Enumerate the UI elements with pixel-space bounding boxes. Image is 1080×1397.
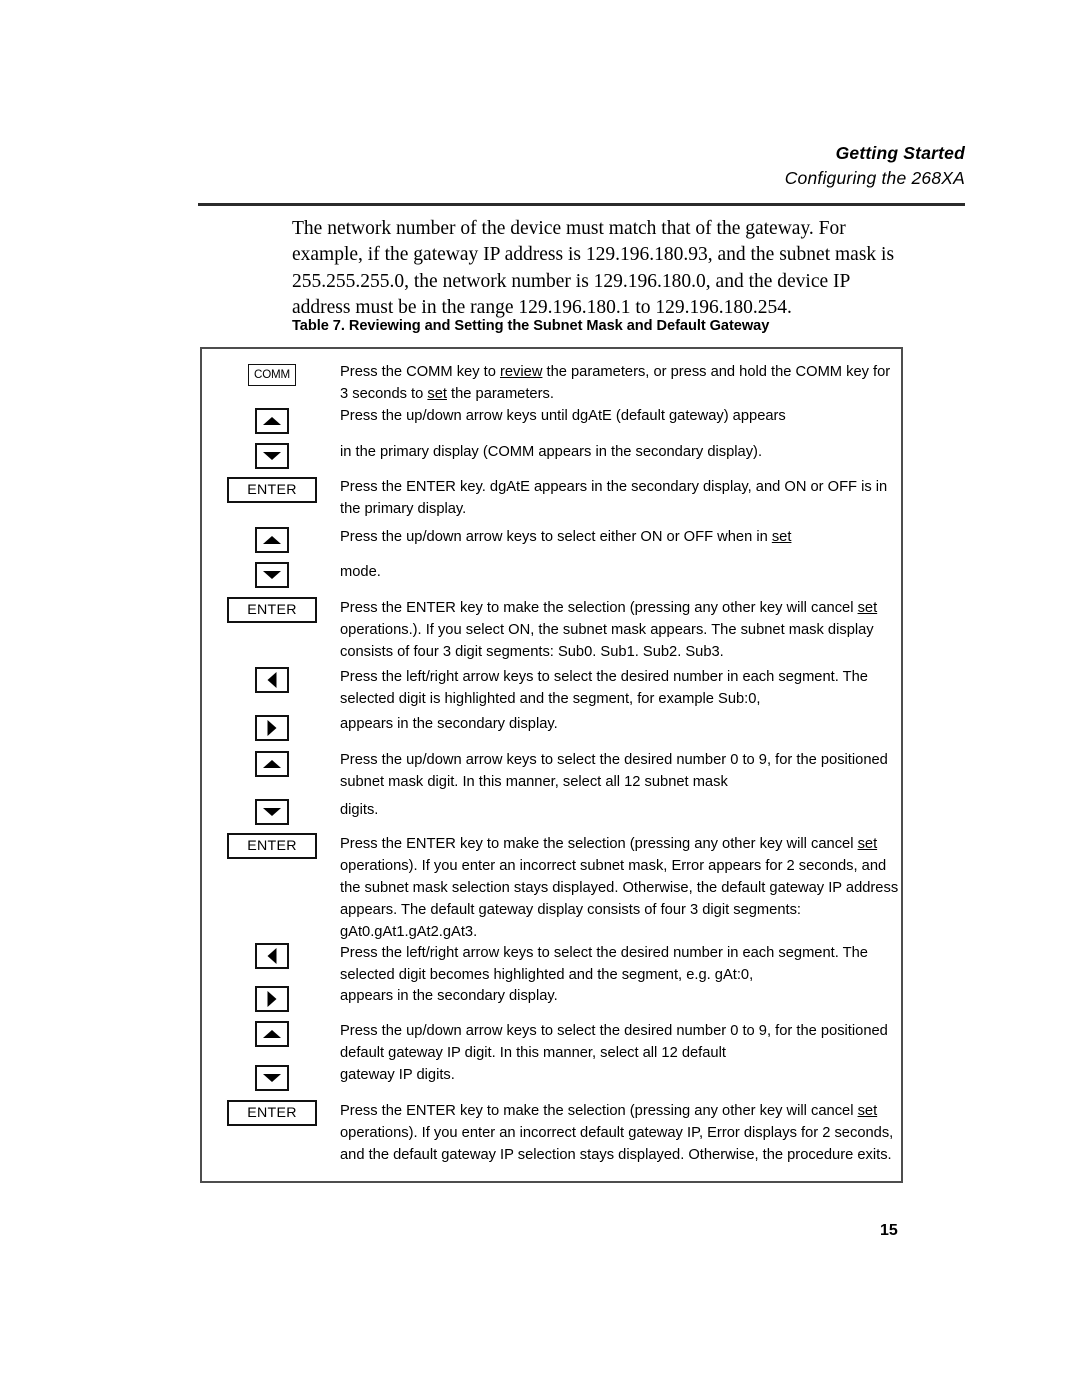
table-row-instruction: Press the up/down arrow keys until dgAtE… [340, 408, 786, 424]
intro-paragraph: The network number of the device must ma… [292, 218, 895, 319]
down-arrow-key-button[interactable] [255, 1065, 289, 1091]
table-row-key-cell [202, 667, 342, 693]
table-row-instruction: Press the up/down arrow keys to select t… [340, 1023, 888, 1062]
table-row-instruction: Press the left/right arrow keys to selec… [340, 669, 868, 708]
down-arrow-icon [263, 571, 281, 579]
down-arrow-key-button[interactable] [255, 443, 289, 469]
left-arrow-key-button[interactable] [255, 667, 289, 693]
procedure-table: COMM Press the COMM key to review the par… [200, 347, 903, 1183]
table-row-key-cell [202, 715, 342, 741]
right-arrow-icon [267, 991, 277, 1007]
up-arrow-key-button[interactable] [255, 408, 289, 434]
header-divider [198, 203, 965, 206]
comm-key-button[interactable]: COMM [248, 364, 296, 386]
table-caption: Table 7. Reviewing and Setting the Subne… [292, 318, 770, 334]
emphasis-underline: set [771, 529, 792, 545]
right-arrow-icon [267, 720, 277, 736]
table-row-instruction: appears in the secondary display. [340, 716, 558, 732]
table-row-key-cell [202, 1021, 342, 1047]
table-row-key-cell [202, 408, 342, 434]
table-row-instruction: digits. [340, 802, 379, 818]
enter-key-button[interactable]: ENTER [227, 477, 317, 503]
down-arrow-icon [263, 452, 281, 460]
down-arrow-key-button[interactable] [255, 799, 289, 825]
left-arrow-key-button[interactable] [255, 943, 289, 969]
up-arrow-key-button[interactable] [255, 1021, 289, 1047]
emphasis-underline: set [857, 1103, 878, 1119]
table-row-key-cell [202, 562, 342, 588]
table-row-key-cell [202, 751, 342, 777]
down-arrow-icon [263, 808, 281, 816]
table-row-instruction: mode. [340, 564, 381, 580]
document-page: Getting Started Configuring the 268XA Th… [0, 0, 1080, 1397]
table-row-instruction: Press the ENTER key to make the selectio… [340, 836, 899, 941]
table-row-instruction: Press the COMM key to review the paramet… [340, 364, 891, 403]
down-arrow-key-button[interactable] [255, 562, 289, 588]
table-row-instruction: Press the ENTER key to make the selectio… [340, 600, 878, 661]
emphasis-underline: set [857, 600, 878, 616]
table-row-instruction: Press the left/right arrow keys to selec… [340, 945, 868, 984]
table-row-key-cell: ENTER [202, 833, 342, 859]
header-subtitle: Configuring the 268XA [784, 167, 965, 188]
up-arrow-icon [263, 536, 281, 544]
table-row-key-cell [202, 527, 342, 553]
up-arrow-key-button[interactable] [255, 751, 289, 777]
table-row-instruction: Press the ENTER key. dgAtE appears in th… [340, 479, 888, 518]
emphasis-underline: set [857, 836, 878, 852]
down-arrow-icon [263, 1074, 281, 1082]
table-row-key-cell: COMM [202, 364, 342, 386]
left-arrow-icon [267, 672, 277, 688]
table-row-instruction: Press the up/down arrow keys to select t… [340, 752, 888, 791]
right-arrow-key-button[interactable] [255, 715, 289, 741]
table-row-key-cell: ENTER [202, 597, 342, 623]
table-row-key-cell [202, 799, 342, 825]
table-row-instruction: gateway IP digits. [340, 1067, 455, 1083]
page-number: 15 [880, 1222, 898, 1239]
up-arrow-icon [263, 1030, 281, 1038]
table-row-key-cell [202, 986, 342, 1012]
table-row-key-cell [202, 943, 342, 969]
page-header: Getting Started Configuring the 268XA [198, 142, 965, 191]
up-arrow-icon [263, 760, 281, 768]
right-arrow-key-button[interactable] [255, 986, 289, 1012]
enter-key-button[interactable]: ENTER [227, 1100, 317, 1126]
emphasis-underline: set [427, 386, 447, 403]
emphasis-underline: review [499, 364, 543, 380]
up-arrow-key-button[interactable] [255, 527, 289, 553]
header-title: Getting Started [835, 143, 965, 163]
table-row-key-cell: ENTER [202, 1100, 342, 1126]
enter-key-button[interactable]: ENTER [227, 833, 317, 859]
left-arrow-icon [267, 948, 277, 964]
table-row-instruction: Press the ENTER key to make the selectio… [340, 1103, 894, 1164]
table-row-instruction: Press the up/down arrow keys to select e… [340, 529, 792, 545]
table-row-key-cell [202, 1065, 342, 1091]
table-row-key-cell: ENTER [202, 477, 342, 503]
table-row-instruction: appears in the secondary display. [340, 988, 558, 1004]
up-arrow-icon [263, 417, 281, 425]
table-row-instruction: in the primary display (COMM appears in … [340, 444, 763, 460]
procedure-table-rows: COMM Press the COMM key to review the par… [202, 349, 901, 1181]
table-row-key-cell [202, 443, 342, 469]
enter-key-button[interactable]: ENTER [227, 597, 317, 623]
